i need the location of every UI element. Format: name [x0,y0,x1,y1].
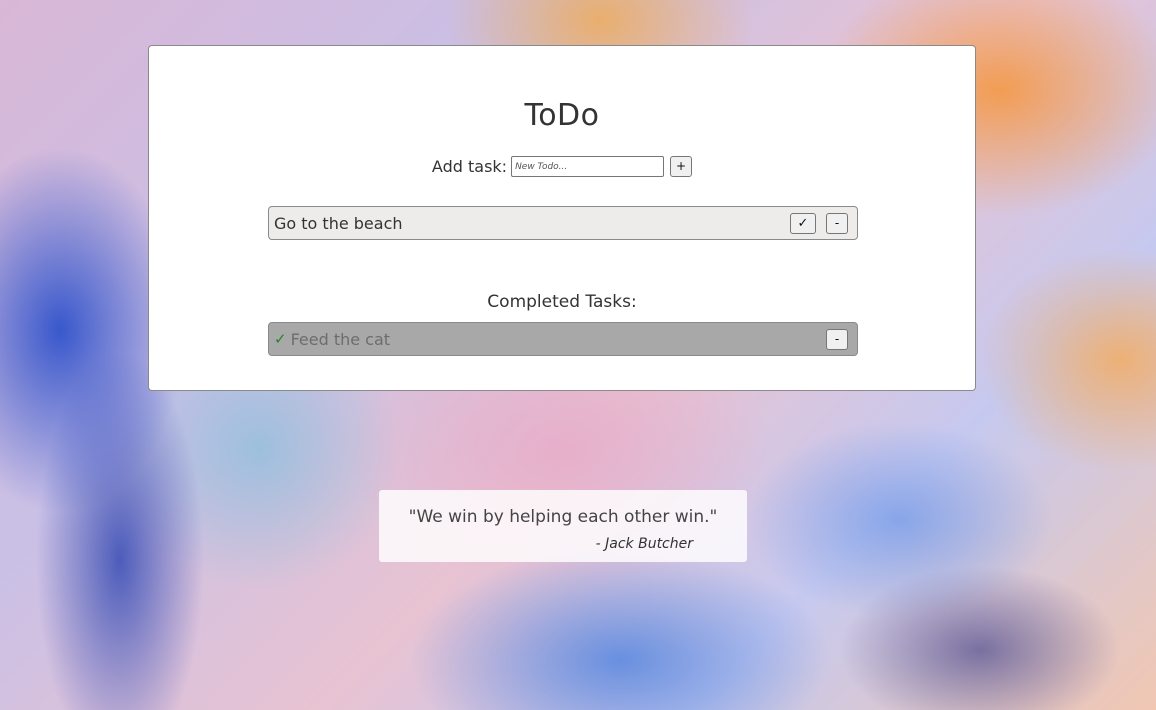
remove-task-button[interactable]: - [826,212,848,234]
new-todo-input[interactable] [511,156,665,177]
add-task-button[interactable]: + [670,156,693,177]
completed-task-text: Feed the cat [290,329,391,349]
completed-tasks-heading: Completed Tasks: [487,292,637,312]
add-task-label: Add task: [431,157,508,176]
check-icon: ✓ [797,215,809,231]
todo-card: ToDo Add task: + Go to the beach ✓ - Com… [148,45,976,391]
complete-task-button[interactable]: ✓ [790,212,816,234]
remove-completed-task-button[interactable]: - [826,328,848,350]
quote-box: "We win by helping each other win." - Ja… [379,490,747,562]
page-title: ToDo [524,98,600,133]
completed-task-item: ✓ Feed the cat - [268,322,858,356]
add-task-row: Add task: + [149,156,975,177]
quote-author: - Jack Butcher [595,536,693,552]
task-text: Go to the beach [274,213,403,233]
task-item: Go to the beach ✓ - [268,206,858,240]
quote-text: "We win by helping each other win." [408,507,718,527]
check-mark-icon: ✓ [274,330,287,348]
